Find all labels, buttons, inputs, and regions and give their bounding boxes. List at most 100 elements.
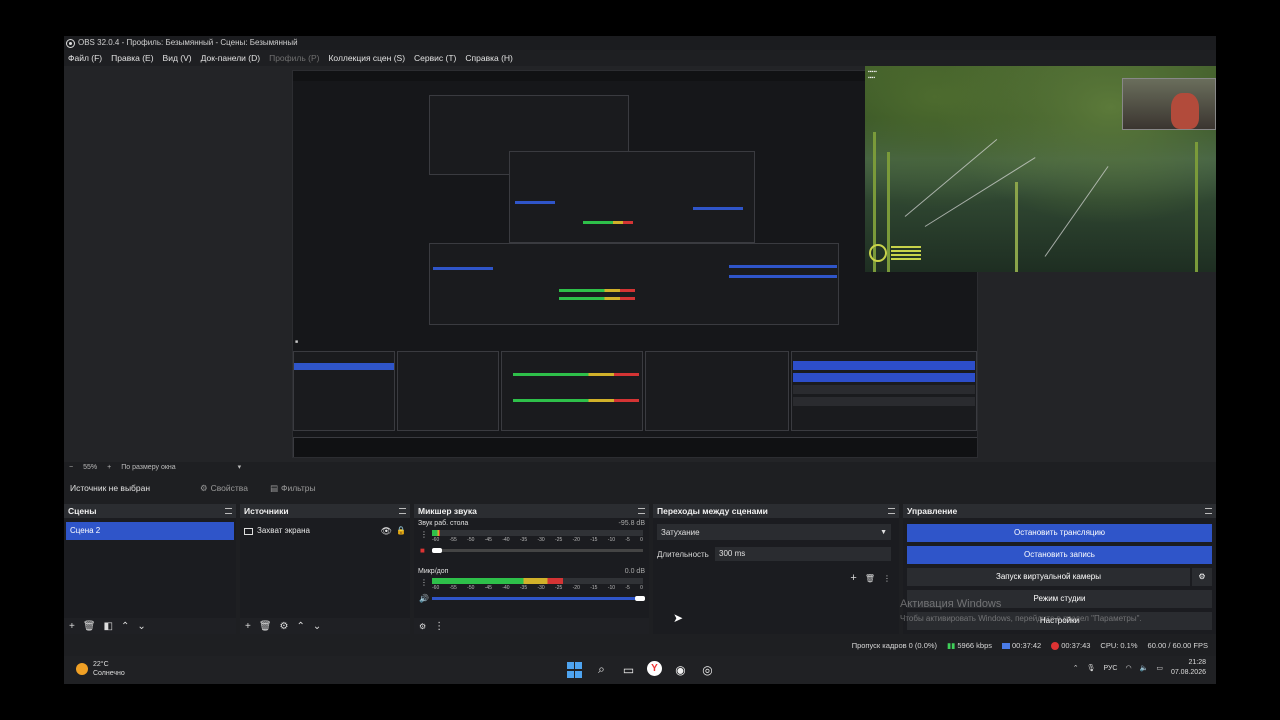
record-time-status: 00:37:43 [1051, 638, 1090, 654]
meter-tick-label: -5 [625, 585, 630, 591]
game-hud [869, 244, 921, 262]
dock-menu-icon[interactable] [1205, 508, 1212, 514]
dock-menu-icon[interactable] [888, 508, 895, 514]
scenes-dock-header: Сцены [64, 504, 236, 518]
weather-widget[interactable]: 22°C Солнечно [76, 660, 125, 678]
dropped-frames: Пропуск кадров 0 (0.0%) [851, 641, 938, 650]
virtual-camera-button[interactable]: Запуск виртуальной камеры [907, 568, 1190, 586]
scenes-toolbar: + 🗑 ◧ ⌃ ⌄ [64, 618, 236, 634]
kebab-menu-icon[interactable]: ⋮ [420, 530, 428, 539]
duration-input[interactable]: 300 ms [715, 547, 891, 561]
eye-icon[interactable]: 👁 [381, 524, 392, 538]
windows-start-icon[interactable] [566, 661, 583, 678]
kebab-menu-icon[interactable]: ⋮ [420, 578, 428, 587]
zoom-mode-select[interactable]: По размеру окна ▾ [121, 462, 241, 474]
clock[interactable]: 21:28 07.08.2026 [1171, 658, 1206, 678]
nested-meter [559, 297, 635, 300]
meter-tick-label: -35 [519, 585, 528, 591]
search-icon[interactable]: ⌕ [593, 661, 610, 678]
menu-tools[interactable]: Сервис (T) [414, 50, 456, 66]
trash-icon[interactable]: 🗑 [259, 621, 272, 632]
menu-edit[interactable]: Правка (E) [111, 50, 153, 66]
add-icon[interactable]: + [69, 621, 75, 632]
task-view-icon[interactable]: ▭ [620, 661, 637, 678]
menu-scene-collection[interactable]: Коллекция сцен (S) [328, 50, 405, 66]
menu-view[interactable]: Вид (V) [163, 50, 192, 66]
volume-knob[interactable] [635, 596, 645, 601]
wifi-icon[interactable]: ◠ [1126, 664, 1132, 672]
menu-help[interactable]: Справка (H) [465, 50, 513, 66]
reed [1195, 142, 1198, 272]
nested-bar [693, 207, 743, 210]
transition-select[interactable]: Затухание ▼ [657, 524, 891, 540]
weather-desc: Солнечно [93, 670, 125, 677]
filter-icon[interactable]: ◧ [104, 621, 113, 632]
preview-canvas[interactable]: ■ ▪▪▪▪▪ ▪▪▪▪ [64, 66, 1216, 462]
arrow-down-icon[interactable]: ⌄ [313, 621, 321, 632]
mixer-channel-desktop: Звук раб. стола -95.8 dB ⋮ -60 -55 -50 -45-… [418, 520, 645, 564]
advanced-audio-icon[interactable]: ⚙ [419, 622, 426, 631]
stream-time-status: 00:37:42 [1002, 638, 1041, 654]
nested-button [793, 385, 975, 394]
trash-icon[interactable]: 🗑 [83, 621, 96, 632]
gear-icon[interactable]: ⚙ [280, 621, 289, 632]
filters-label: Фильтры [280, 483, 316, 493]
nested-button [793, 373, 975, 382]
battery-icon[interactable]: ▭ [1156, 664, 1163, 672]
scenes-list: Сцена 2 [64, 518, 236, 618]
game-hud-text: ▪▪▪▪▪ ▪▪▪▪ [868, 69, 877, 81]
volume-icon[interactable]: 🔈 [1140, 664, 1149, 672]
volume-slider[interactable] [432, 596, 645, 601]
record-time: 00:37:43 [1061, 641, 1091, 650]
steam-icon[interactable]: ◉ [672, 661, 689, 678]
yandex-browser-icon[interactable]: Y [647, 661, 662, 676]
trash-icon[interactable]: 🗑 [865, 574, 875, 583]
arrow-up-icon[interactable]: ⌃ [297, 621, 305, 632]
volume-slider[interactable] [432, 548, 643, 553]
filters-button[interactable]: ▤ Фильтры [270, 483, 316, 494]
add-icon[interactable]: + [245, 621, 251, 632]
speaker-icon[interactable]: 🔊 [419, 594, 429, 603]
source-item[interactable]: Захват экрана 👁 🔒 [244, 524, 406, 538]
lock-icon[interactable]: 🔒 [396, 524, 406, 538]
add-icon[interactable]: + [850, 572, 856, 584]
source-toolbar: Источник не выбран ⚙ Свойства ▤ Фильтры [64, 474, 1216, 502]
desktop-screen: OBS 32.0.4 - Профиль: Безымянный - Сцены… [64, 36, 1216, 684]
speaker-muted-icon[interactable]: ■ [420, 546, 425, 555]
meter-tick-label: -10 [607, 585, 616, 591]
zoom-plus-button[interactable]: + [107, 462, 111, 474]
dock-menu-icon[interactable] [638, 508, 645, 514]
duration-value: 300 ms [719, 549, 746, 558]
signal-icon: ▮▮ [947, 641, 956, 650]
dock-menu-icon[interactable] [225, 508, 232, 514]
arrow-up-icon[interactable]: ⌃ [121, 621, 129, 632]
zoom-minus-button[interactable]: − [69, 462, 73, 474]
stop-stream-button[interactable]: Остановить трансляцию [907, 524, 1212, 542]
language-indicator[interactable]: РУС [1103, 665, 1117, 672]
dock-menu-icon[interactable] [399, 508, 406, 514]
kebab-menu-icon[interactable]: ⋮ [883, 574, 891, 583]
meter-tick-label: -10 [607, 537, 616, 543]
virtual-camera-settings-button[interactable]: ⚙ [1192, 568, 1212, 586]
meter-tick-label: -50 [467, 585, 475, 591]
transition-toolbar: + 🗑 ⋮ [657, 570, 891, 586]
microphone-icon[interactable]: 🎙 [1087, 664, 1096, 672]
meter-tick-label: -30 [537, 585, 545, 591]
nested-button [793, 361, 975, 370]
scene-item[interactable]: Сцена 2 [66, 522, 234, 540]
stop-record-button[interactable]: Остановить запись [907, 546, 1212, 564]
arrow-down-icon[interactable]: ⌄ [137, 621, 145, 632]
menu-docks[interactable]: Док-панели (D) [201, 50, 260, 66]
kebab-menu-icon[interactable]: ⋮ [434, 621, 444, 632]
meter-tick-label: -25 [555, 537, 563, 543]
channel-name: Микр/доп [418, 568, 449, 575]
volume-knob[interactable] [432, 548, 442, 553]
chevron-up-icon[interactable]: ⌃ [1073, 664, 1079, 672]
menu-file[interactable]: Файл (F) [68, 50, 102, 66]
activation-watermark-text: Чтобы активировать Windows, перейдите в … [900, 614, 1142, 623]
obs-taskbar-icon[interactable]: ◎ [699, 661, 716, 678]
monitor-icon [244, 527, 253, 535]
properties-label: Свойства [210, 483, 248, 493]
meter-ticks: -60 -55 -50 -45 -40 -35 -30 -25 -20 -15 -10 -5 0 [432, 537, 643, 545]
properties-button[interactable]: ⚙ Свойства [200, 483, 248, 494]
